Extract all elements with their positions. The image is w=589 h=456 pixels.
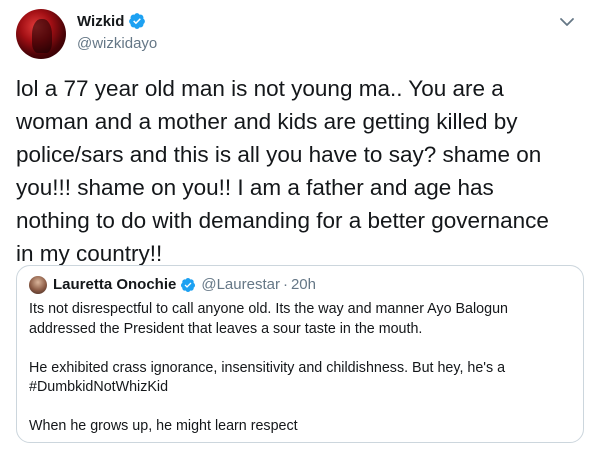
- author-handle[interactable]: @wizkidayo: [77, 35, 157, 52]
- quoted-tweet-header: Lauretta Onochie @Laurestar · 20h: [53, 276, 316, 293]
- verified-badge-icon: [129, 13, 146, 29]
- quoted-tweet-text: Its not disrespectful to call anyone old…: [29, 301, 508, 434]
- author-avatar[interactable]: [16, 9, 66, 59]
- quoted-author-handle: @Laurestar: [201, 276, 280, 293]
- quoted-timestamp: 20h: [290, 276, 316, 293]
- tweet-text: lol a 77 year old man is not young ma.. …: [16, 76, 549, 266]
- quoted-author-display-name: Lauretta Onochie: [53, 276, 177, 293]
- quoted-author-avatar: [29, 276, 47, 294]
- quoted-tweet[interactable]: Lauretta Onochie @Laurestar · 20h Its no…: [16, 265, 584, 443]
- chevron-down-icon[interactable]: [557, 12, 577, 32]
- verified-badge-icon: [181, 277, 196, 292]
- author-name-row: Wizkid: [77, 12, 146, 30]
- quoted-separator-dot: ·: [282, 276, 288, 293]
- tweet-card: Wizkid @wizkidayo lol a 77 year old man …: [0, 0, 589, 456]
- author-display-name[interactable]: Wizkid: [77, 13, 124, 30]
